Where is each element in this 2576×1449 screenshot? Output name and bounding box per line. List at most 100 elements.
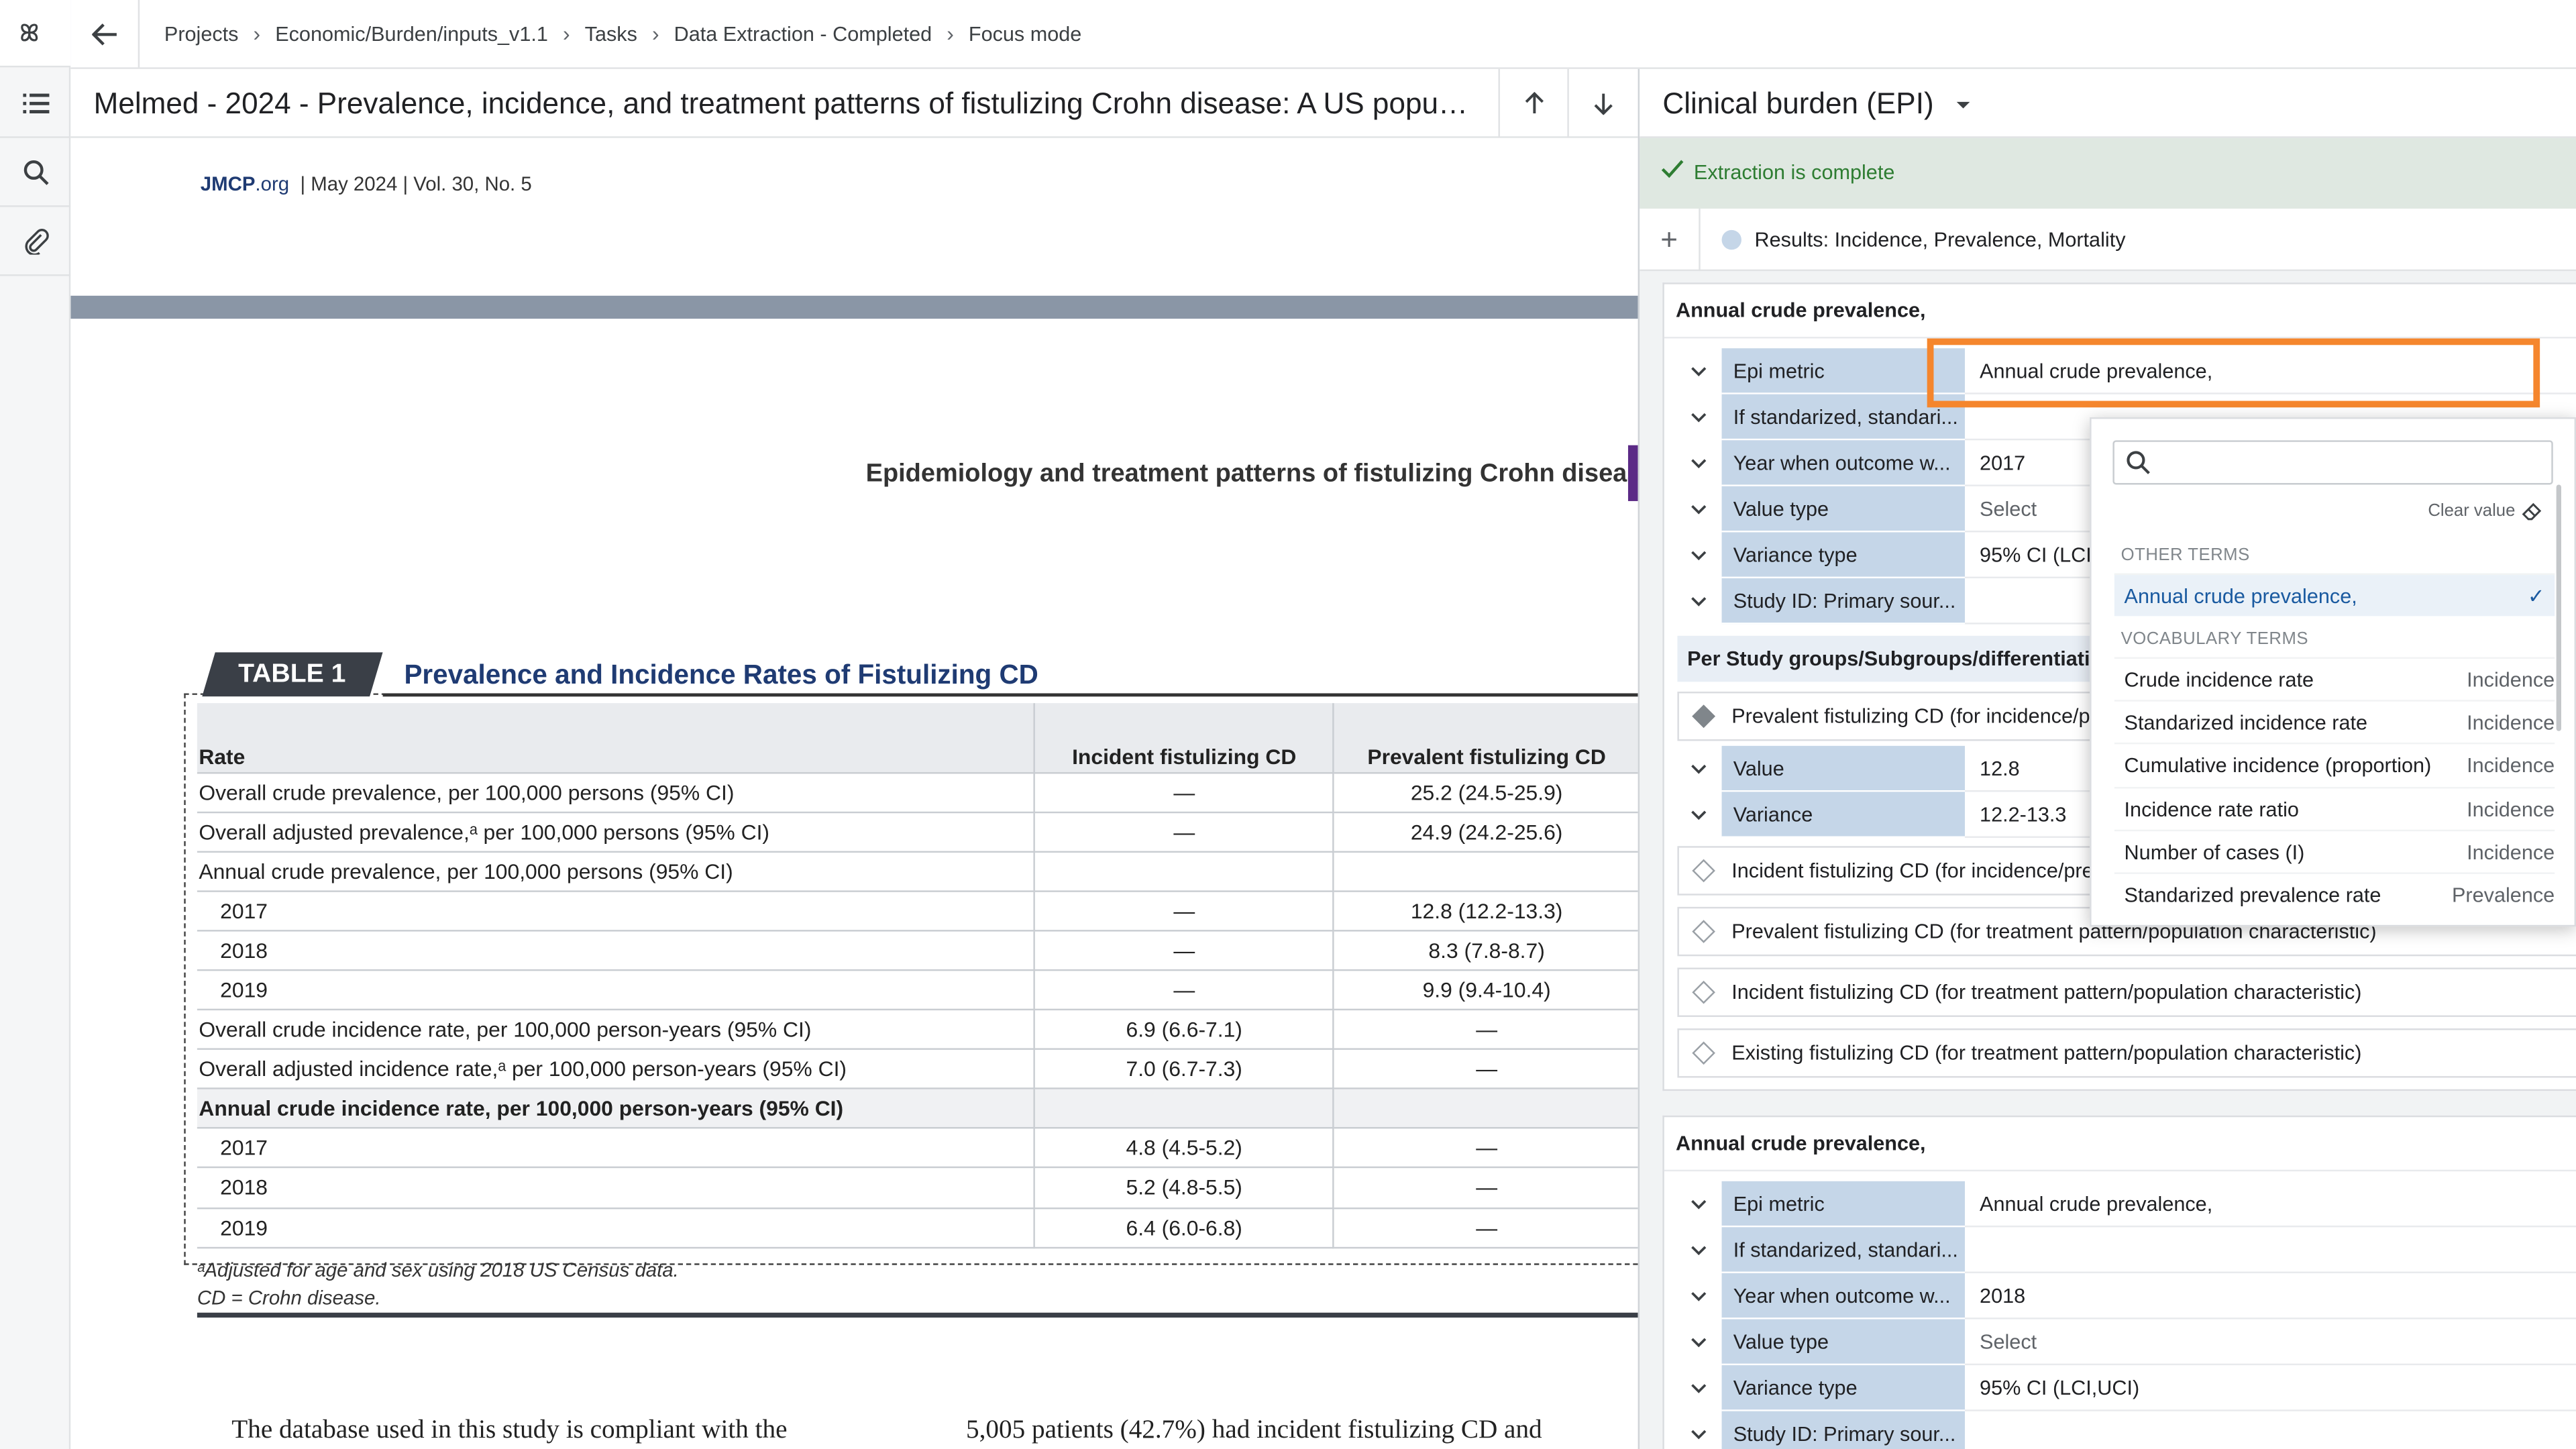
chevron-down-icon[interactable] xyxy=(1686,450,1712,476)
group-item[interactable]: Existing fistulizing CD (for treatment p… xyxy=(1677,1028,2576,1078)
table-header-incident: Incident fistulizing CD xyxy=(1034,703,1334,773)
dropdown-option[interactable]: Crude incidence rate Incidence xyxy=(2114,657,2555,700)
dropdown-option[interactable]: Standarized incidence rate Incidence xyxy=(2114,700,2555,743)
breadcrumb-tasks[interactable]: Tasks xyxy=(585,22,637,45)
option-category: Prevalence xyxy=(2452,883,2555,907)
field-value[interactable]: Annual crude prevalence, xyxy=(1965,1181,2576,1228)
cell-incident: 5.2 (4.8-5.5) xyxy=(1034,1168,1334,1209)
dropdown-option[interactable]: Number of cases (I) Incidence xyxy=(2114,829,2555,872)
field-value[interactable]: Select xyxy=(1965,1320,2576,1366)
breadcrumb-current: Focus mode xyxy=(968,22,1082,46)
field-value[interactable] xyxy=(1965,1411,2576,1449)
cell-rate: 2018 xyxy=(197,1168,1035,1209)
cell-prevalent: 24.9 (24.2-25.6) xyxy=(1332,812,1638,853)
app-logo[interactable]: ꕤ xyxy=(0,0,71,68)
table-footnote: ᵃAdjusted for age and sex using 2018 US … xyxy=(197,1258,679,1282)
journal-meta: | May 2024 | Vol. 30, No. 5 xyxy=(300,172,532,196)
cell-rate: Overall adjusted incidence rate,ᵃ per 10… xyxy=(197,1049,1035,1090)
cell-incident: 4.8 (4.5-5.2) xyxy=(1034,1128,1334,1169)
dropdown-option[interactable]: Cumulative incidence (proportion) Inciden… xyxy=(2114,743,2555,786)
group-label: Incident fistulizing CD (for treatment p… xyxy=(1731,981,2362,1004)
form-selector[interactable]: Clinical burden (EPI) xyxy=(1640,68,2576,138)
option-category: Incidence xyxy=(2467,668,2555,692)
outline-list-icon[interactable] xyxy=(0,69,71,138)
option-label: Standarized prevalence rate xyxy=(2124,883,2381,907)
field-value[interactable]: 95% CI (LCI,UCI) xyxy=(1965,1365,2576,1411)
results-section: + Results: Incidence, Prevalence, Mortal… xyxy=(1640,209,2576,272)
chevron-down-icon[interactable] xyxy=(1686,1283,1712,1309)
field-value[interactable] xyxy=(1965,1227,2576,1273)
page-divider xyxy=(70,295,1638,319)
status-text: Extraction is complete xyxy=(1693,161,1895,184)
field-label: Value type xyxy=(1721,1319,1966,1366)
field-label: If standarized, standari... xyxy=(1721,1227,1966,1273)
cell-prevalent: 25.2 (24.5-25.9) xyxy=(1332,772,1638,813)
option-label: Cumulative incidence (proportion) xyxy=(2124,755,2432,778)
diamond-icon xyxy=(1692,1041,1715,1065)
chevron-down-icon[interactable] xyxy=(1686,588,1712,614)
chevron-right-icon: › xyxy=(562,21,570,46)
clear-value-button[interactable]: Clear value xyxy=(2428,501,2542,521)
cell-rate: Annual crude prevalence, per 100,000 per… xyxy=(197,851,1035,892)
chevron-down-icon[interactable] xyxy=(1686,1237,1712,1263)
chevron-down-icon[interactable] xyxy=(1686,1421,1712,1447)
chevron-down-icon[interactable] xyxy=(1686,1191,1712,1218)
option-category: Incidence xyxy=(2467,755,2555,778)
section-heading: Epidemiology and treatment patterns of f… xyxy=(865,460,1638,488)
group-item[interactable]: Incident fistulizing CD (for treatment p… xyxy=(1677,967,2576,1017)
chevron-down-icon[interactable] xyxy=(1686,358,1712,384)
dropdown-search-input[interactable] xyxy=(2112,440,2553,485)
attachment-icon[interactable] xyxy=(0,207,71,276)
dropdown-option[interactable]: Standarized prevalence rate Prevalence xyxy=(2114,872,2555,915)
chevron-down-icon[interactable] xyxy=(1686,1375,1712,1401)
arrow-up-icon xyxy=(1524,92,1543,113)
cell-rate: 2017 xyxy=(197,891,1035,932)
add-icon[interactable]: + xyxy=(1640,209,1701,272)
field-label: Year when outcome w... xyxy=(1721,440,1966,486)
chevron-down-icon[interactable] xyxy=(1686,802,1712,828)
cell-prevalent: 8.3 (7.8-8.7) xyxy=(1332,930,1638,971)
option-selected[interactable]: Annual crude prevalence, ✓ xyxy=(2114,573,2555,616)
active-field-highlight xyxy=(1927,338,2540,408)
form-title: Clinical burden (EPI) xyxy=(1662,87,1934,120)
section-vocabulary-terms: VOCABULARY TERMS xyxy=(2121,629,2309,649)
table-row: 2018—8.3 (7.8-8.7) xyxy=(197,930,1638,971)
journal-header: JMCP.org | May 2024 | Vol. 30, No. 5 xyxy=(201,172,532,195)
cell-rate: 2018 xyxy=(197,930,1035,971)
chevron-down-icon[interactable] xyxy=(1686,542,1712,568)
cell-incident: — xyxy=(1034,970,1334,1011)
breadcrumb-project[interactable]: Economic/Burden/inputs_v1.1 xyxy=(275,22,548,45)
table-row: Annual crude incidence rate, per 100,000… xyxy=(197,1089,1638,1130)
chevron-down-icon[interactable] xyxy=(1686,756,1712,782)
cell-incident: — xyxy=(1034,891,1334,932)
chevron-down-icon[interactable] xyxy=(1686,496,1712,523)
field-label: Study ID: Primary sour... xyxy=(1721,578,1966,625)
dropdown-scrollbar[interactable] xyxy=(2556,484,2561,731)
cell-prevalent: — xyxy=(1332,1168,1638,1209)
table-header-rate: Rate xyxy=(197,703,1035,773)
field-label: Variance xyxy=(1721,792,1966,838)
back-button[interactable] xyxy=(70,0,140,68)
table-top-rule xyxy=(382,693,1638,697)
chevron-down-icon[interactable] xyxy=(1686,1329,1712,1355)
arrow-left-icon xyxy=(91,22,116,45)
search-icon[interactable] xyxy=(0,138,71,207)
breadcrumb-projects[interactable]: Projects xyxy=(164,22,239,45)
dropdown-option[interactable]: Incidence rate ratio Incidence xyxy=(2114,786,2555,829)
journal-brand: JMCP xyxy=(200,172,256,196)
cell-rate: Annual crude incidence rate, per 100,000… xyxy=(197,1089,1035,1130)
pdf-viewer[interactable]: JMCP.org | May 2024 | Vol. 30, No. 5 Epi… xyxy=(70,138,1638,1449)
next-document-button[interactable] xyxy=(1567,68,1636,138)
field-value[interactable]: 2018 xyxy=(1965,1273,2576,1320)
table-header-prevalent: Prevalent fistulizing CD xyxy=(1332,703,1638,773)
chevron-down-icon[interactable] xyxy=(1686,404,1712,430)
chevron-right-icon: › xyxy=(253,21,261,46)
breadcrumb-task[interactable]: Data Extraction - Completed xyxy=(674,22,932,45)
table-row: 2018 5.2 (4.8-5.5) — xyxy=(197,1168,1638,1209)
option-label: Annual crude prevalence, xyxy=(2124,584,2357,608)
left-rail: ꕤ xyxy=(0,0,71,1449)
previous-document-button[interactable] xyxy=(1498,68,1567,138)
diamond-icon xyxy=(1692,980,1715,1004)
section-other-terms: OTHER TERMS xyxy=(2121,545,2250,566)
cell-rate: Overall crude incidence rate, per 100,00… xyxy=(197,1010,1035,1051)
